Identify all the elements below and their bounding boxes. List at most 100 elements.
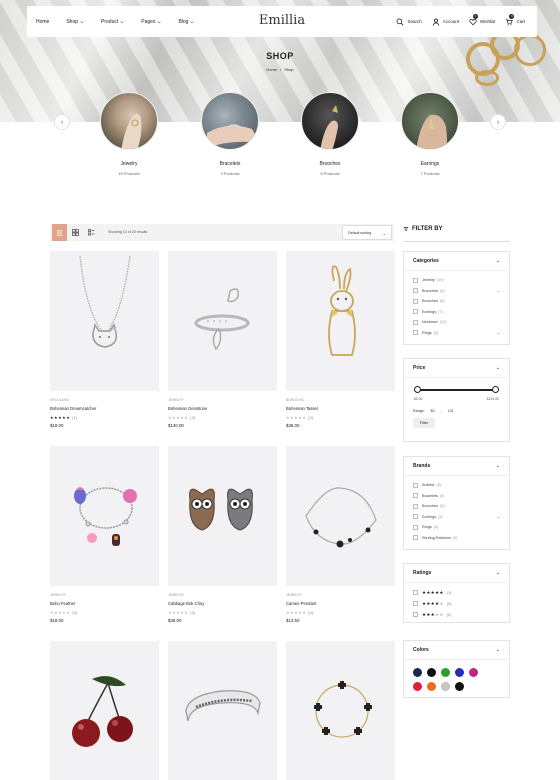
colors-filter-header[interactable]: Colors ⌄ (404, 641, 509, 660)
product-image[interactable] (50, 251, 159, 391)
checkbox[interactable] (413, 482, 418, 488)
color-swatch[interactable] (413, 668, 422, 677)
checkbox[interactable] (413, 298, 418, 304)
product-card[interactable]: BOHOCHIC Bohemian Tassel ★★★★★ (0) $38.00 (286, 251, 395, 428)
product-image[interactable] (50, 446, 159, 586)
checkbox[interactable] (413, 503, 418, 509)
category-image (100, 92, 158, 150)
product-vendor: JEWELRY (168, 593, 184, 597)
category-checkbox[interactable]: Rings (4) ⌄ (404, 328, 509, 339)
product-card[interactable]: JEWELRY Cabbage Bok Choy ★★★★★ (0) $36.00 (168, 446, 277, 623)
brand-checkbox[interactable]: Earrings (4) ⌄ (404, 512, 509, 523)
heart-icon (469, 18, 477, 25)
nav-blog[interactable]: Blog (178, 19, 195, 25)
rating-option[interactable]: ★★★★★ (0) (404, 598, 509, 609)
product-name[interactable]: Boho Feather (50, 601, 159, 606)
account-button[interactable]: Account (432, 18, 459, 26)
checkbox[interactable] (413, 309, 418, 315)
price-range-slider[interactable] (414, 386, 499, 393)
checkbox[interactable] (413, 319, 418, 325)
brand-checkbox[interactable]: Bracelets (5) (404, 491, 509, 502)
ratings-filter-header[interactable]: Ratings ⌄ (404, 564, 509, 583)
checkbox[interactable] (413, 514, 418, 520)
breadcrumb-home[interactable]: Home (266, 67, 277, 72)
product-card[interactable] (286, 641, 395, 780)
brands-filter: Brands ⌄ Anklets (5) Bracelets (5) Brooches… (403, 456, 510, 550)
chevron-down-icon[interactable]: ⌄ (497, 514, 500, 519)
category-earrings[interactable]: Earrings 7 Products (400, 92, 460, 176)
nav-product[interactable]: Product (101, 19, 124, 25)
product-image[interactable] (168, 641, 277, 780)
category-checkbox[interactable]: Earrings (7) (404, 307, 509, 318)
product-image[interactable] (168, 446, 277, 586)
chevron-down-icon[interactable]: ⌄ (497, 330, 500, 335)
checkbox[interactable] (413, 535, 418, 541)
slider-max-handle[interactable] (492, 386, 499, 393)
category-bracelets[interactable]: Bracelets 3 Products (200, 92, 260, 176)
brand-checkbox[interactable]: Brooches (5) (404, 501, 509, 512)
category-brooches[interactable]: Brooches 6 Products (300, 92, 360, 176)
color-swatch[interactable] (427, 668, 436, 677)
checkbox[interactable] (413, 590, 418, 595)
list-view-button[interactable] (52, 224, 67, 241)
color-swatch[interactable] (427, 682, 436, 691)
color-swatch[interactable] (441, 682, 450, 691)
product-name[interactable]: Bohemian Gemstone (168, 406, 277, 411)
category-image (201, 92, 259, 150)
category-jewelry[interactable]: Jewelry 19 Products (99, 92, 159, 176)
brand-checkbox[interactable]: Anklets (5) (404, 480, 509, 491)
category-checkbox[interactable]: Jewelry (19) (404, 275, 509, 286)
checkbox[interactable] (413, 330, 418, 336)
product-card[interactable] (50, 641, 159, 780)
price-filter-button[interactable]: Filter (413, 418, 435, 428)
checkbox[interactable] (413, 524, 418, 530)
price-filter-header[interactable]: Price ⌄ (404, 359, 509, 378)
product-card[interactable]: ERCOLANO Bohemian Dreamcatcher ★★★★★ (1) … (50, 251, 159, 428)
search-button[interactable]: Search (396, 18, 422, 26)
product-card[interactable] (168, 641, 277, 780)
compact-view-button[interactable] (84, 224, 99, 241)
product-image[interactable] (286, 641, 395, 780)
rating-option[interactable]: ★★★★★ (0) (404, 609, 509, 620)
checkbox[interactable] (413, 601, 418, 606)
product-name[interactable]: Bohemian Tassel (286, 406, 395, 411)
nav-shop[interactable]: Shop (66, 19, 84, 25)
color-swatch[interactable] (455, 682, 464, 691)
checkbox[interactable] (413, 288, 418, 294)
color-swatch[interactable] (455, 668, 464, 677)
product-image[interactable] (168, 251, 277, 391)
chevron-down-icon: ⌄ (495, 647, 500, 653)
product-image[interactable] (286, 251, 395, 391)
product-card[interactable]: JEWELRY Bohemian Gemstone ★★★★★ (0) $130.… (168, 251, 277, 428)
color-swatch[interactable] (441, 668, 450, 677)
product-name[interactable]: Bohemian Dreamcatcher (50, 406, 159, 411)
nav-home[interactable]: Home (36, 19, 49, 25)
checkbox[interactable] (413, 493, 418, 499)
rating-option[interactable]: ★★★★★ (1) (404, 587, 509, 598)
slider-min-handle[interactable] (414, 386, 421, 393)
nav-pages[interactable]: Pages (141, 19, 162, 25)
product-card[interactable]: JEWELRY Boho Feather ★★★★★ (0) $18.00 (50, 446, 159, 623)
product-image[interactable] (286, 446, 395, 586)
brand-checkbox[interactable]: Sterling Rainbow (2) (404, 533, 509, 544)
product-image[interactable] (50, 641, 159, 780)
category-checkbox[interactable]: Necklace (12) (404, 317, 509, 328)
product-name[interactable]: Cameo Pendant (286, 601, 395, 606)
cart-button[interactable]: 0 Cart (505, 13, 525, 26)
categories-filter-header[interactable]: Categories ⌄ (404, 252, 509, 271)
category-checkbox[interactable]: Bracelets (3) ⌄ (404, 286, 509, 297)
sort-select[interactable]: Default sorting ⌄ (342, 225, 392, 240)
product-card[interactable]: JEWELRY Cameo Pendant ★★★★★ (0) $13.50 (286, 446, 395, 623)
color-swatch[interactable] (413, 682, 422, 691)
chevron-down-icon[interactable]: ⌄ (497, 288, 500, 293)
rabbit-brooch-illustration (328, 265, 356, 356)
color-swatch[interactable] (469, 668, 478, 677)
checkbox[interactable] (413, 612, 418, 617)
brand-checkbox[interactable]: Rings (4) (404, 522, 509, 533)
product-name[interactable]: Cabbage Bok Choy (168, 601, 277, 606)
wishlist-button[interactable]: 0 Wishlist (469, 13, 495, 26)
checkbox[interactable] (413, 277, 418, 283)
brands-filter-header[interactable]: Brands ⌄ (404, 457, 509, 476)
category-checkbox[interactable]: Brooches (6) (404, 296, 509, 307)
grid-view-button[interactable] (68, 224, 83, 241)
